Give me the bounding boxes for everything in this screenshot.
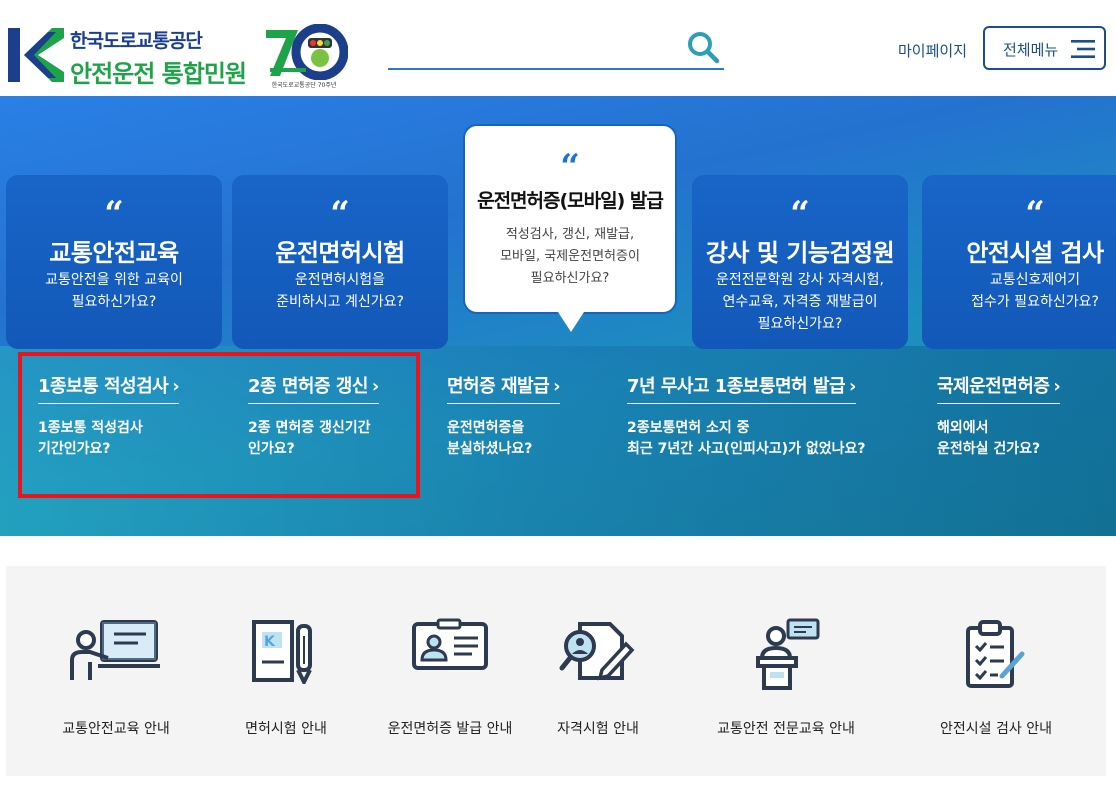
quick-link-title: 국제운전면허증 ›: [937, 372, 1061, 404]
anniversary-70-icon: [266, 23, 349, 81]
quote-icon: “: [560, 147, 580, 187]
service-traffic-education[interactable]: 교통안전교육 안내: [26, 618, 206, 738]
service-guide-section: 교통안전교육 안내 K 면허시험 안내 운전면허증 발급 안내 자격시험 안내 …: [6, 566, 1106, 776]
card-desc: 운전전문학원 강사 자격시험, 연수교육, 자격증 재발급이 필요하신가요?: [716, 272, 884, 332]
lecturer-podium-icon: [756, 618, 820, 690]
service-label: 교통안전교육 안내: [62, 721, 170, 737]
quick-link-title-text: 7년 무사고 1종보통면허 발급: [627, 376, 846, 397]
site-header: 한국도로교통공단 안전운전 통합민원 한국도로교통공단 70주년 마이페이지 전…: [0, 0, 1116, 96]
chevron-right-icon: ›: [849, 376, 856, 397]
quote-icon: “: [1025, 194, 1045, 234]
card-driving-license-test[interactable]: “ 운전면허시험 운전면허시험을 준비하시고 계신가요?: [232, 175, 448, 349]
card-traffic-safety-education[interactable]: “ 교통안전교육 교통안전을 위한 교육이 필요하신가요?: [6, 175, 222, 349]
quick-link-title: 면허증 재발급 ›: [447, 372, 561, 404]
quick-link-7year-accident-free[interactable]: 7년 무사고 1종보통면허 발급 › 2종보통면허 소지 중 최근 7년간 사고(…: [627, 372, 865, 460]
quick-link-desc: 운전면허증을 분실하셨나요?: [447, 420, 533, 457]
logo-service-name: 안전운전 통합민원: [70, 60, 247, 88]
card-safety-facility-inspection[interactable]: “ 안전시설 검사 교통신호제어기 접수가 필요하신가요?: [922, 175, 1116, 349]
service-label: 교통안전 전문교육 안내: [717, 721, 855, 737]
service-qualification-exam[interactable]: 자격시험 안내: [508, 618, 688, 738]
quote-icon: “: [330, 194, 350, 234]
search-bar: [388, 28, 724, 70]
anniversary-caption: 한국도로교통공단 70주년: [271, 82, 337, 89]
quick-link-desc: 해외에서 운전하실 건가요?: [937, 420, 1041, 457]
card-desc: 교통신호제어기 접수가 필요하신가요?: [971, 272, 1099, 310]
all-menu-label: 전체메뉴: [1003, 41, 1059, 59]
site-logo[interactable]: 한국도로교통공단 안전운전 통합민원: [8, 24, 248, 88]
search-icon[interactable]: [686, 30, 720, 64]
mypage-link[interactable]: 마이페이지: [898, 40, 967, 61]
bubble-tail: [558, 312, 584, 332]
service-safety-facility-guide[interactable]: 안전시설 검사 안내: [906, 618, 1086, 738]
koroad-logo-icon: [8, 28, 64, 82]
quote-icon: “: [104, 194, 124, 234]
quick-link-desc: 2종보통면허 소지 중 최근 7년간 사고(인피사고)가 없었나요?: [627, 420, 866, 457]
card-desc: 운전면허시험을 준비하시고 계신가요?: [276, 272, 404, 310]
card-title: 강사 및 기능검정원: [705, 239, 895, 267]
service-label: 자격시험 안내: [557, 721, 639, 737]
quick-link-license-reissue[interactable]: 면허증 재발급 › 운전면허증을 분실하셨나요?: [447, 372, 561, 460]
svg-text:K: K: [264, 634, 276, 650]
card-title: 안전시설 검사: [966, 239, 1104, 267]
service-license-test[interactable]: K 면허시험 안내: [196, 618, 376, 738]
card-instructor-examiner[interactable]: “ 강사 및 기능검정원 운전전문학원 강사 자격시험, 연수교육, 자격증 재…: [692, 175, 908, 349]
highlight-box: [18, 352, 420, 498]
featured-card-license-issuance[interactable]: “ 운전면허증(모바일) 발급 적성검사, 갱신, 재발급, 모바일, 국제운전…: [463, 124, 677, 314]
anniversary-emblem: 한국도로교통공단 70주년: [262, 23, 352, 90]
service-label: 안전시설 검사 안내: [940, 721, 1052, 737]
presentation-board-icon: [70, 620, 160, 680]
license-document-pen-icon: K: [252, 620, 312, 684]
service-label: 면허시험 안내: [245, 721, 327, 737]
featured-title: 운전면허증(모바일) 발급: [477, 190, 664, 212]
chevron-right-icon: ›: [1053, 376, 1061, 397]
quote-icon: “: [790, 194, 810, 234]
id-card-icon: [412, 618, 488, 670]
quick-link-title-text: 국제운전면허증: [937, 376, 1050, 397]
service-professional-education[interactable]: 교통안전 전문교육 안내: [696, 618, 876, 738]
checklist-clipboard-icon: [966, 620, 1025, 688]
card-title: 운전면허시험: [275, 239, 405, 267]
card-desc: 교통안전을 위한 교육이 필요하신가요?: [45, 272, 183, 310]
hamburger-menu-icon: [1071, 40, 1095, 58]
search-input[interactable]: [388, 32, 678, 64]
quick-link-title-text: 면허증 재발급: [447, 376, 550, 397]
card-title: 교통안전교육: [49, 239, 179, 267]
all-menu-button[interactable]: 전체메뉴: [983, 26, 1106, 70]
chevron-right-icon: ›: [553, 376, 561, 397]
exam-magnifier-icon: [559, 622, 635, 681]
quick-link-title: 7년 무사고 1종보통면허 발급 ›: [627, 372, 856, 404]
logo-org-name: 한국도로교통공단: [70, 30, 203, 52]
quick-link-international-license[interactable]: 국제운전면허증 › 해외에서 운전하실 건가요?: [937, 372, 1061, 460]
featured-desc: 적성검사, 갱신, 재발급, 모바일, 국제운전면허증이 필요하신가요?: [500, 227, 640, 286]
